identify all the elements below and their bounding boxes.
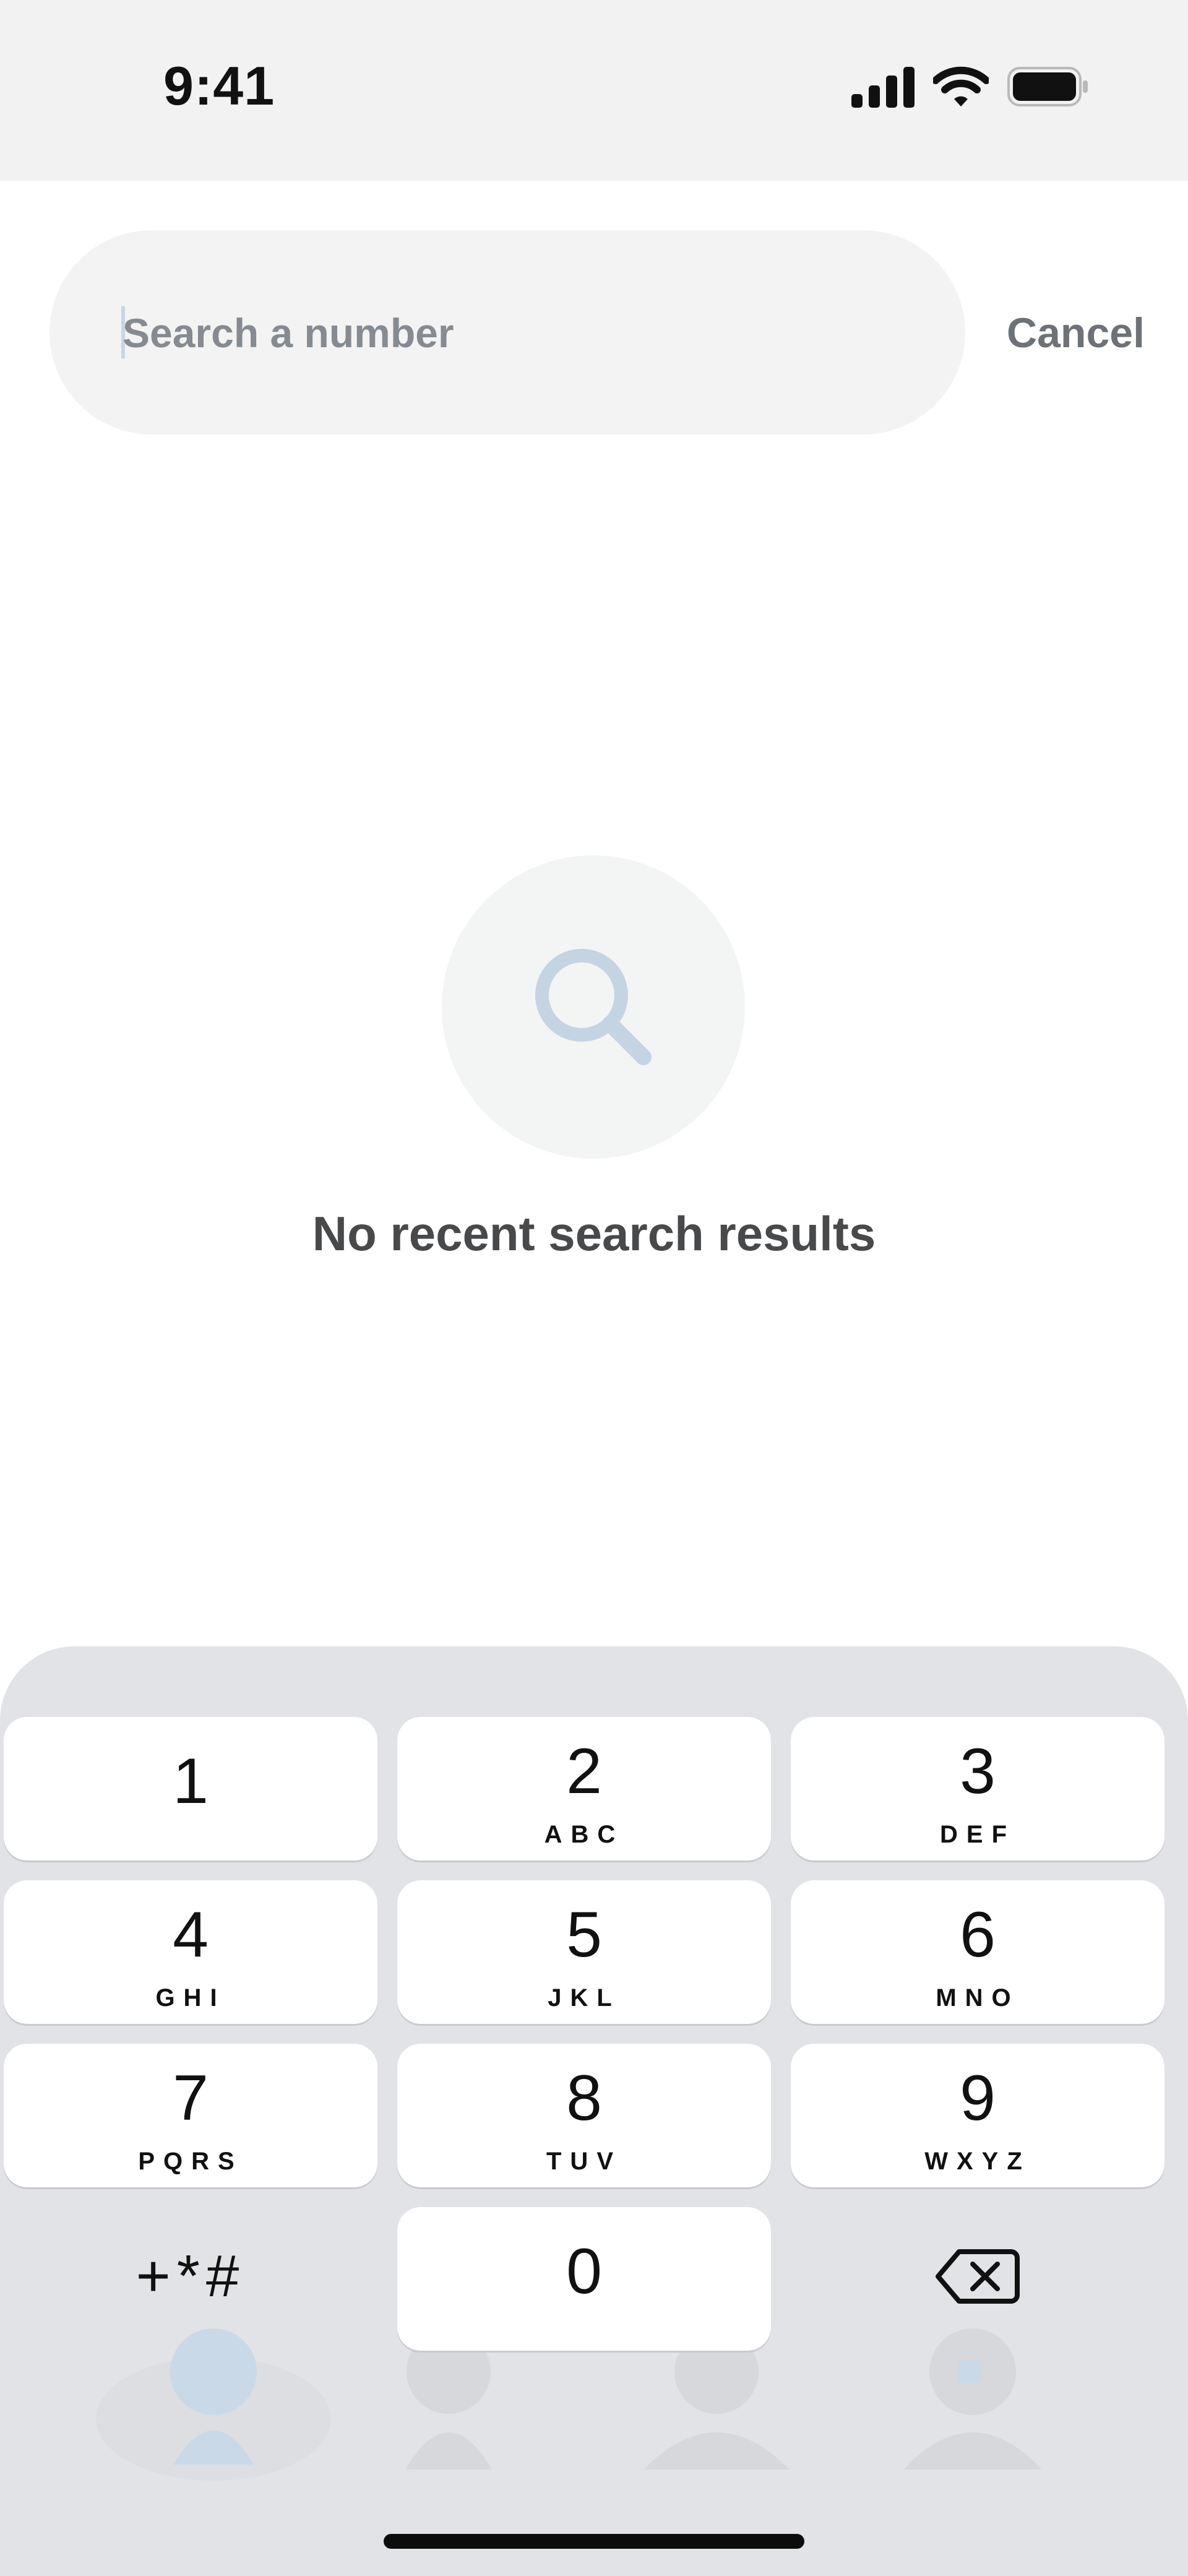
key-5[interactable]: 5 JKL xyxy=(397,1880,771,2024)
key-letters: WXYZ xyxy=(924,2148,1031,2175)
cellular-signal-icon xyxy=(851,67,915,108)
key-letters: MNO xyxy=(936,1984,1020,2012)
key-digit: 4 xyxy=(173,1899,209,1971)
key-letters: DEF xyxy=(940,1821,1015,1848)
status-time: 9:41 xyxy=(163,55,275,116)
key-digit: 6 xyxy=(960,1899,996,1971)
symbols-label: +*# xyxy=(136,2243,246,2309)
symbols-key[interactable]: +*# xyxy=(4,2205,377,2348)
key-4[interactable]: 4 GHI xyxy=(4,1880,377,2024)
key-digit: 9 xyxy=(960,2062,996,2134)
key-1[interactable]: 1 xyxy=(4,1717,377,1861)
key-6[interactable]: 6 MNO xyxy=(791,1880,1164,2024)
key-digit: 7 xyxy=(173,2062,209,2134)
key-letters: PQRS xyxy=(138,2148,243,2175)
home-indicator[interactable] xyxy=(384,2534,804,2549)
key-letters: ABC xyxy=(544,1821,624,1848)
key-8[interactable]: 8 TUV xyxy=(397,2044,771,2187)
key-digit: 1 xyxy=(173,1745,209,1817)
key-3[interactable]: 3 DEF xyxy=(791,1717,1164,1861)
search-icon xyxy=(535,949,652,1065)
key-digit: 2 xyxy=(566,1735,602,1807)
key-letters: GHI xyxy=(155,1984,226,2012)
key-digit: 5 xyxy=(566,1899,602,1971)
cancel-button[interactable]: Cancel xyxy=(990,297,1145,369)
key-0[interactable]: 0 xyxy=(397,2207,771,2351)
key-7[interactable]: 7 PQRS xyxy=(4,2044,377,2187)
key-digit: 3 xyxy=(960,1735,996,1807)
key-digit: 8 xyxy=(566,2062,602,2134)
status-bar: 9:41 xyxy=(0,0,1188,181)
backspace-icon xyxy=(936,2249,1020,2304)
wifi-icon xyxy=(933,66,989,106)
key-9[interactable]: 9 WXYZ xyxy=(791,2044,1164,2187)
search-input[interactable] xyxy=(123,297,927,369)
battery-icon xyxy=(1007,67,1088,106)
delete-button[interactable] xyxy=(791,2205,1164,2348)
key-letters: TUV xyxy=(546,2148,622,2175)
key-letters: JKL xyxy=(548,1984,621,2012)
empty-state-message: No recent search results xyxy=(312,1206,876,1261)
key-digit: 0 xyxy=(566,2236,602,2307)
key-2[interactable]: 2 ABC xyxy=(397,1717,771,1861)
